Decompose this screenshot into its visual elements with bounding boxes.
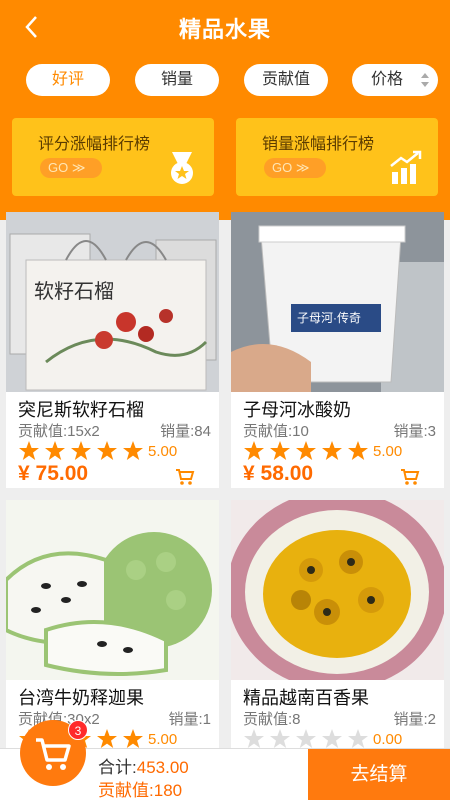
sort-tab-contribution[interactable]: 贡献值 xyxy=(244,64,328,96)
sort-tab-label: 贡献值 xyxy=(261,71,310,88)
product-image-pomegranate: 软籽石榴 xyxy=(6,212,219,392)
product-name: 子母河冰酸奶 xyxy=(243,400,351,420)
rating-value: 5.00 xyxy=(148,731,178,748)
sort-tab-label: 销量 xyxy=(160,71,193,88)
contrib-label: 贡献值: xyxy=(98,781,154,800)
rating-value: 5.00 xyxy=(373,443,403,460)
pomegranate-box-label: 软籽石榴 xyxy=(34,280,114,303)
star-empty-icon xyxy=(270,729,290,748)
product-contribution: 贡献值:8 xyxy=(243,711,301,728)
product-contribution: 贡献值:15x2 xyxy=(18,423,100,440)
rating-rank-banner[interactable]: 评分涨幅排行榜 GO ≫ xyxy=(12,118,214,196)
product-name: 台湾牛奶释迦果 xyxy=(18,688,144,708)
product-price: ¥ 58.00 xyxy=(243,462,314,485)
add-to-cart-icon[interactable] xyxy=(400,468,420,486)
yogurt-cup-label: 子母河·传奇 xyxy=(297,310,361,325)
sort-tab-label: 价格 xyxy=(370,71,403,88)
star-filled-icon xyxy=(45,441,65,460)
bar-chart-up-icon xyxy=(390,150,422,184)
checkout-button[interactable]: 去结算 xyxy=(308,749,450,800)
sort-tab-sales[interactable]: 销量 xyxy=(135,64,219,96)
star-filled-icon xyxy=(19,441,39,460)
star-filled-icon xyxy=(348,441,368,460)
product-card[interactable]: 子母河·传奇 子母河冰酸奶 贡献值:10 销量:3 5.00 ¥ 58.00 xyxy=(231,212,444,488)
product-name: 突尼斯软籽石榴 xyxy=(18,400,144,420)
product-name: 精品越南百香果 xyxy=(243,688,369,708)
total-amount: 合计:453.00 xyxy=(98,753,189,778)
banner-title: 评分涨幅排行榜 xyxy=(38,136,151,153)
star-filled-icon xyxy=(97,441,117,460)
product-image-passion-fruit xyxy=(231,500,444,680)
banner-title: 销量涨幅排行榜 xyxy=(262,136,375,153)
product-card[interactable]: 精品越南百香果 贡献值:8 销量:2 0.00 xyxy=(231,500,444,776)
go-button[interactable]: GO ≫ xyxy=(40,158,102,178)
page-title: 精品水果 xyxy=(178,17,271,42)
rating-value: 0.00 xyxy=(373,731,403,748)
top-bar: 精品水果 xyxy=(0,0,450,56)
sort-arrows-icon xyxy=(421,73,429,87)
star-filled-icon xyxy=(97,729,117,748)
sort-tab-label: 好评 xyxy=(51,71,84,88)
star-rating xyxy=(18,440,148,462)
star-rating xyxy=(243,440,373,462)
star-filled-icon xyxy=(123,441,143,460)
product-sales: 销量:84 xyxy=(160,423,211,440)
star-empty-icon xyxy=(322,729,342,748)
medal-star-icon xyxy=(171,152,193,184)
product-image-yogurt: 子母河·传奇 xyxy=(231,212,444,392)
add-to-cart-icon[interactable] xyxy=(175,468,195,486)
product-sales: 销量:3 xyxy=(393,423,436,440)
product-card[interactable]: 软籽石榴 突尼斯软籽石榴 贡献值:15x2 销量:84 5.00 ¥ 75.00 xyxy=(6,212,219,488)
total-value: 453.00 xyxy=(136,758,189,777)
product-image-sugar-apple xyxy=(6,500,219,680)
star-filled-icon xyxy=(322,441,342,460)
sales-rank-banner[interactable]: 销量涨幅排行榜 GO ≫ xyxy=(236,118,438,196)
product-sales: 销量:2 xyxy=(393,711,436,728)
star-filled-icon xyxy=(296,441,316,460)
star-empty-icon xyxy=(244,729,264,748)
product-sales: 销量:1 xyxy=(168,711,211,728)
total-contribution: 贡献值:180 xyxy=(98,776,182,800)
star-empty-icon xyxy=(296,729,316,748)
star-filled-icon xyxy=(244,441,264,460)
sort-tab-price[interactable]: 价格 xyxy=(352,64,438,96)
cart-count-badge: 3 xyxy=(68,720,88,740)
star-filled-icon xyxy=(123,729,143,748)
total-label: 合计: xyxy=(98,758,137,777)
rating-value: 5.00 xyxy=(148,443,178,460)
star-filled-icon xyxy=(270,441,290,460)
star-filled-icon xyxy=(71,441,91,460)
go-button[interactable]: GO ≫ xyxy=(264,158,326,178)
product-price: ¥ 75.00 xyxy=(18,462,89,485)
sort-tab-rating[interactable]: 好评 xyxy=(26,64,110,96)
star-rating xyxy=(243,728,373,750)
star-empty-icon xyxy=(348,729,368,748)
contrib-value: 180 xyxy=(153,781,183,800)
product-contribution: 贡献值:10 xyxy=(243,423,309,440)
